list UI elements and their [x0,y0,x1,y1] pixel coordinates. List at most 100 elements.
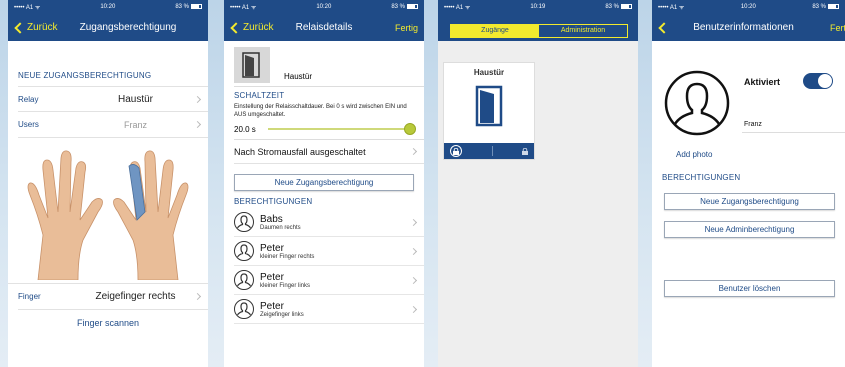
battery-status: 83 % [391,3,418,10]
permission-finger: Zeigefinger links [260,311,304,318]
status-bar: ••••• A1 ᯤ 10:19 83 % [438,0,638,14]
divider [491,146,493,156]
add-photo-link[interactable]: Add photo [676,150,712,159]
unlock-button[interactable] [450,145,462,157]
screen-accesses: ••••• A1 ᯤ 10:19 83 % Zugänge Administra… [438,0,638,367]
permission-user-name: Babs [260,213,283,225]
battery-icon [191,3,202,9]
finger-row[interactable]: Finger Zeigefinger rechts [18,284,208,310]
permission-row[interactable]: Peter kleiner Finger rechts [234,237,424,266]
users-row[interactable]: Users Franz [18,112,208,138]
permission-row[interactable]: Peter kleiner Finger links [234,266,424,295]
permission-list: Babs Daumen rechts Peter kleiner Finger rec… [224,208,424,324]
battery-status: 83 % [812,3,839,10]
finger-value: Zeigefinger rechts [95,291,176,302]
new-access-button[interactable]: Neue Zugangsberechtigung [664,193,835,210]
permission-row[interactable]: Babs Daumen rechts [234,208,424,237]
carrier-signal: ••••• A1 ᯤ [444,5,471,11]
permission-finger: kleiner Finger links [260,282,311,289]
new-access-button[interactable]: Neue Zugangsberechtigung [234,174,414,191]
done-button[interactable]: Fertig [395,23,418,33]
status-time: 10:19 [530,4,546,10]
door-icon [475,85,503,127]
permission-row[interactable]: Peter Zeigefinger links [234,295,424,324]
relay-row[interactable]: Relay Haustür [18,86,208,112]
door-tile[interactable]: Haustür [443,62,535,160]
permission-user-name: Peter [260,271,284,283]
name-underline [742,132,845,133]
scan-finger-button[interactable]: Finger scannen [8,318,208,328]
status-time: 10:20 [100,4,116,10]
lock-icon [522,147,528,155]
status-time: 10:20 [316,4,332,10]
chevron-right-icon [409,218,418,227]
carrier-signal: ••••• A1 ᯤ [658,5,685,11]
chevron-right-icon [409,276,418,285]
chevron-right-icon [409,305,418,314]
status-bar: ••••• A1 ᯤ 10:20 83 % [8,0,208,14]
nav-bar: Benutzerinformationen Fertig [652,14,845,41]
back-button[interactable]: Zurück [224,21,274,34]
battery-icon [828,3,839,9]
new-admin-button[interactable]: Neue Adminberechtigung [664,221,835,238]
delete-user-button[interactable]: Benutzer löschen [664,280,835,297]
battery-status: 83 % [175,3,202,10]
users-label: Users [18,120,39,129]
carrier-signal: ••••• A1 ᯤ [230,5,257,11]
done-button[interactable]: Fertig [830,23,845,33]
chevron-left-icon [14,21,26,34]
chevron-left-icon [230,21,242,34]
section-header-switch-time: SCHALTZEIT [234,91,285,100]
screen-user-info: ••••• A1 ᯤ 10:20 83 % Benutzerinformatio… [652,0,845,367]
tab-accesses[interactable]: Zugänge [451,25,539,37]
user-avatar-icon [234,299,254,319]
nav-bar: Zurück Relaisdetails Fertig [224,14,424,41]
hands-illustration [8,140,208,280]
permission-user-name: Peter [260,242,284,254]
switch-time-slider[interactable] [268,123,416,135]
chevron-right-icon [409,247,418,256]
user-avatar-icon [234,212,254,232]
segmented-control: Zugänge Administration [450,24,628,38]
door-tile-footer [444,143,534,159]
power-fail-label: Nach Stromausfall ausgeschaltet [234,146,366,157]
relay-name: Haustür [284,72,313,81]
battery-icon [621,3,632,9]
relay-value: Haustür [117,93,153,105]
door-tile-label: Haustür [473,68,505,77]
chevron-left-icon [658,21,670,34]
relay-label: Relay [18,94,39,104]
switch-time-value: 20.0 s [234,124,256,134]
nav-bar: Zurück Zugangsberechtigung [8,14,208,41]
door-thumbnail [234,47,270,83]
switch-time-description: Einstellung der Relaisschaltdauer. Bei 0… [234,104,407,118]
section-header-new-access: NEUE ZUGANGSBERECHTIGUNG [18,71,152,80]
users-value: Franz [123,119,147,130]
permission-finger: kleiner Finger rechts [260,253,315,260]
power-fail-row[interactable]: Nach Stromausfall ausgeschaltet [234,140,424,164]
carrier-signal: ••••• A1 ᯤ [14,5,41,11]
permission-user-name: Peter [260,300,284,312]
user-avatar[interactable] [664,70,730,136]
status-bar: ••••• A1 ᯤ 10:20 83 % [652,0,845,14]
lock-icon [453,147,459,155]
finger-label: Finger [18,292,41,301]
activated-toggle[interactable] [803,73,833,89]
user-avatar-icon [234,270,254,290]
back-button[interactable] [652,21,671,34]
nav-title: Benutzerinformationen [693,22,794,33]
screen-relay-details: ••••• A1 ᯤ 10:20 83 % Zurück Relaisdetai… [224,0,424,367]
user-avatar-icon [234,241,254,261]
back-button[interactable]: Zurück [8,21,58,34]
battery-icon [407,3,418,9]
permission-finger: Daumen rechts [260,224,301,231]
battery-status: 83 % [605,3,632,10]
user-name: Franz [744,121,762,128]
door-icon [242,52,260,78]
chevron-right-icon [409,147,418,156]
screen-access-permission: ••••• A1 ᯤ 10:20 83 % Zurück Zugangsbere… [8,0,208,367]
status-bar: ••••• A1 ᯤ 10:20 83 % [224,0,424,14]
section-header-permissions: BERECHTIGUNGEN [234,197,313,206]
tab-administration[interactable]: Administration [539,25,627,37]
activated-label: Aktiviert [744,77,781,87]
